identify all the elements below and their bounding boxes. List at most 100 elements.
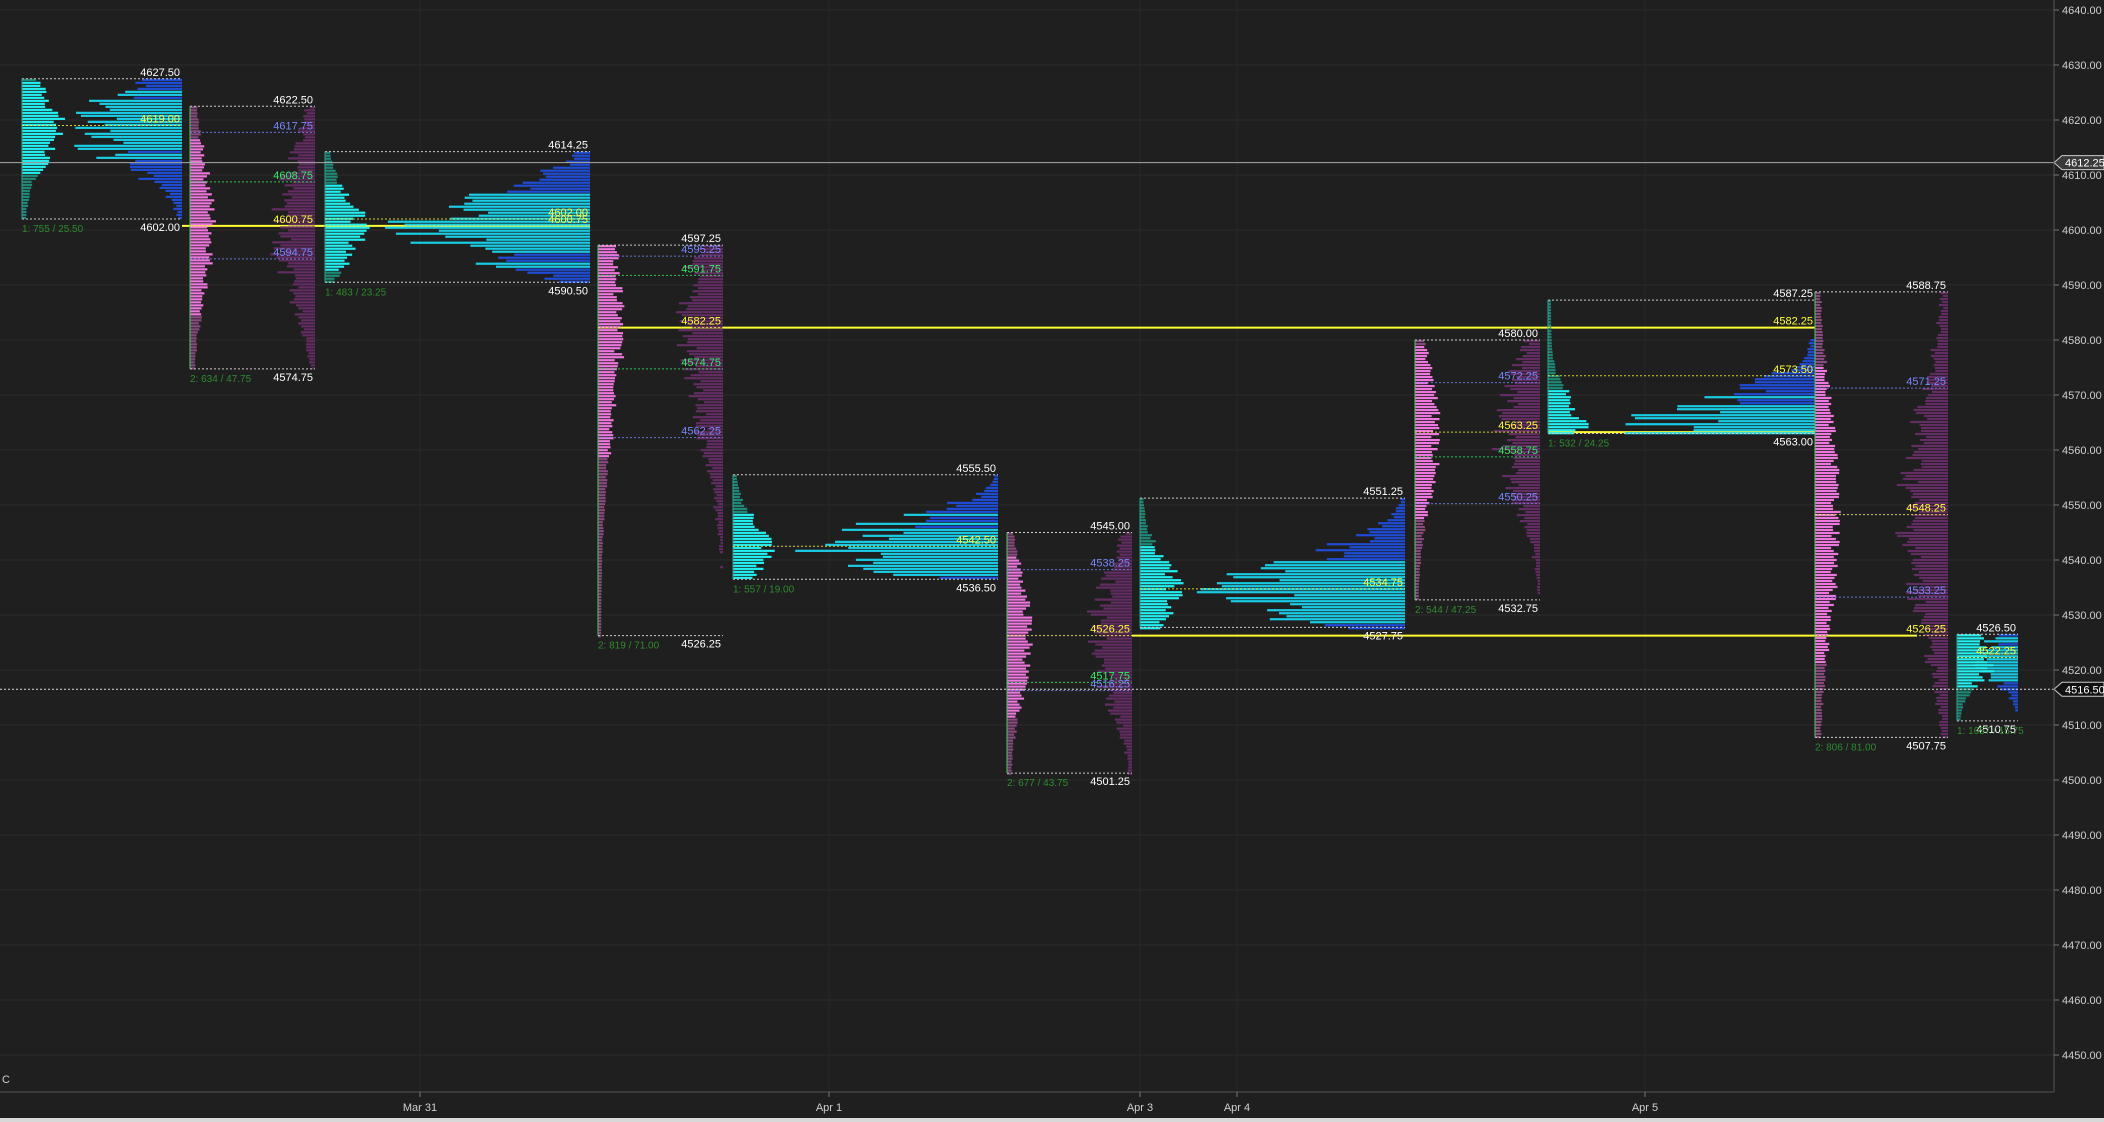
tpo-bar xyxy=(1957,697,1966,700)
tpo-bar xyxy=(1815,459,1834,463)
volume-bar xyxy=(294,313,315,316)
volume-bar xyxy=(1911,567,1948,571)
volume-bar xyxy=(1400,501,1405,504)
level-label: 4614.25 xyxy=(548,140,588,152)
tpo-bar xyxy=(598,353,623,356)
tpo-bar xyxy=(190,166,204,169)
tpo-bar xyxy=(1815,720,1822,724)
tpo-bar xyxy=(1007,559,1019,562)
tpo-bar xyxy=(22,189,30,192)
tpo-bar xyxy=(1415,595,1419,598)
tpo-bar xyxy=(598,305,625,308)
tpo-bar xyxy=(598,452,612,455)
volume-bar xyxy=(1110,601,1132,604)
volume-bar xyxy=(1902,543,1948,547)
tpo-bar xyxy=(1548,342,1552,345)
tpo-bar xyxy=(1415,547,1423,550)
tpo-bar xyxy=(1415,343,1426,346)
volume-bar xyxy=(117,93,182,96)
volume-bar xyxy=(1374,537,1405,540)
tpo-bar xyxy=(598,518,605,521)
volume-bar xyxy=(705,464,723,467)
tpo-bar xyxy=(190,154,205,157)
volume-bar xyxy=(506,259,590,262)
tpo-bar xyxy=(1415,562,1422,565)
tpo-bar xyxy=(22,195,30,198)
volume-bar xyxy=(1110,712,1132,715)
level-label: 4602.00 xyxy=(140,222,180,234)
volume-bar xyxy=(1124,739,1132,742)
tpo-bar xyxy=(190,109,197,112)
tpo-bar xyxy=(190,301,202,304)
volume-bar xyxy=(1369,531,1405,534)
tpo-bar xyxy=(598,326,621,329)
tpo-bar xyxy=(1957,661,1988,664)
volume-bar xyxy=(710,482,723,485)
tpo-bar xyxy=(1007,724,1017,727)
volume-bar xyxy=(1100,583,1132,586)
horizontal-scrollbar[interactable] xyxy=(0,1118,2104,1122)
tpo-bar xyxy=(190,277,203,280)
tpo-bar xyxy=(1815,648,1830,652)
volume-bar xyxy=(1120,715,1132,718)
volume-bar xyxy=(1526,529,1540,532)
y-tick-label: 4520.00 xyxy=(2062,665,2102,677)
volume-bar xyxy=(693,383,723,386)
tpo-bar xyxy=(190,214,210,217)
volume-bar xyxy=(507,190,590,193)
tpo-bar xyxy=(1815,504,1833,508)
tpo-bar xyxy=(1815,441,1830,445)
level-label: 4550.25 xyxy=(1498,492,1538,504)
volume-bar xyxy=(1121,541,1132,544)
tpo-bar xyxy=(598,569,603,572)
volume-bar xyxy=(1939,318,1948,322)
tpo-bar xyxy=(325,277,335,280)
tpo-bar xyxy=(22,144,49,147)
tpo-bar xyxy=(1815,582,1836,586)
volume-bar xyxy=(712,467,723,470)
tpo-bar xyxy=(22,102,45,105)
volume-bar xyxy=(284,184,315,187)
y-tick-label: 4620.00 xyxy=(2062,115,2102,127)
volume-bar xyxy=(882,555,998,558)
level-label: 4588.75 xyxy=(1906,280,1946,292)
tpo-bar xyxy=(1007,640,1028,643)
tpo-bar xyxy=(325,196,345,199)
volume-bar xyxy=(294,145,315,148)
volume-bar xyxy=(1918,480,1948,484)
volume-bar xyxy=(1905,486,1948,490)
volume-bar xyxy=(713,488,723,491)
tpo-bar xyxy=(325,178,337,181)
volume-bar xyxy=(1387,519,1405,522)
volume-bar xyxy=(718,521,723,524)
volume-bar xyxy=(1900,471,1948,475)
tpo-bar xyxy=(1007,763,1013,766)
volume-bar xyxy=(1739,384,1815,387)
x-tick-label: Apr 3 xyxy=(1127,1102,1153,1114)
tpo-bar xyxy=(1815,360,1827,364)
volume-bar xyxy=(293,298,315,301)
tpo-bar xyxy=(190,217,211,220)
y-tick-label: 4600.00 xyxy=(2062,225,2102,237)
volume-bar xyxy=(686,308,723,311)
tpo-bar xyxy=(1140,549,1156,552)
tpo-bar xyxy=(1957,712,1962,715)
tpo-bar xyxy=(1815,423,1829,427)
tpo-bar xyxy=(325,211,366,214)
tpo-bar xyxy=(1815,435,1830,439)
price-tag-label: 4516.50 xyxy=(2065,684,2104,696)
volume-bar xyxy=(1513,406,1540,409)
volume-bar xyxy=(1507,400,1540,403)
tpo-bar xyxy=(1415,520,1425,523)
tpo-bar xyxy=(598,548,603,551)
tpo-bar xyxy=(1548,336,1552,339)
volume-bar xyxy=(1935,360,1948,364)
tpo-bar xyxy=(1815,717,1823,721)
volume-bar xyxy=(303,115,315,118)
volume-bar xyxy=(717,503,723,506)
tpo-bar xyxy=(1007,646,1030,649)
tpo-bar xyxy=(598,509,605,512)
tpo-bar xyxy=(1007,664,1031,667)
tpo-bar xyxy=(1815,675,1826,679)
market-profile-chart[interactable]: 4627.50 4619.00 4602.00 1: 755 / 25.50 4622.… xyxy=(0,0,2104,1122)
